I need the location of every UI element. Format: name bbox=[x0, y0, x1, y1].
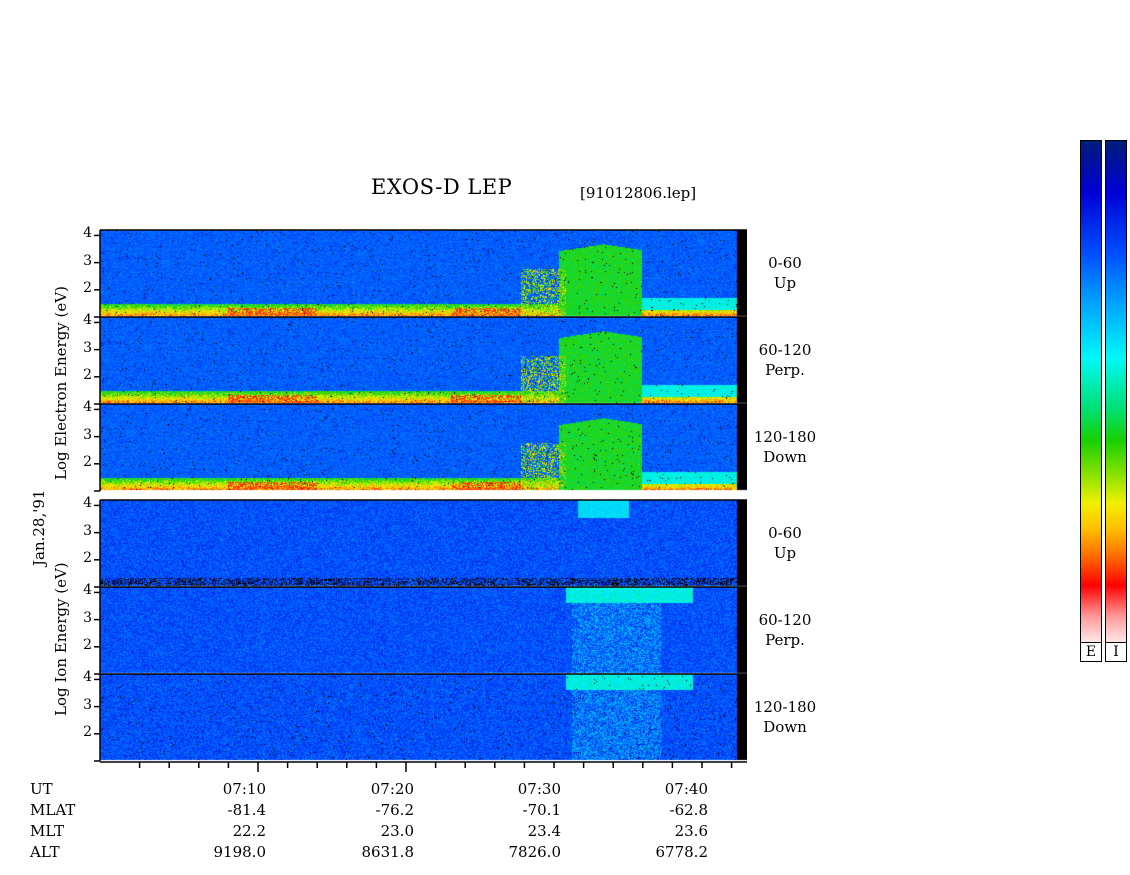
x-tick-label: 07:40 bbox=[664, 780, 708, 798]
y-tick-label: 3 bbox=[83, 609, 92, 626]
x-tick-label: 07:30 bbox=[517, 780, 561, 798]
date-label: Jan.28,'91 bbox=[30, 489, 48, 566]
ephemeris-value: 23.6 bbox=[674, 822, 708, 840]
y-tick-label: 4 bbox=[83, 495, 92, 512]
y-tick-label: 2 bbox=[83, 636, 92, 653]
ephemeris-value: -81.4 bbox=[227, 801, 266, 819]
channel-direction: Up bbox=[773, 274, 797, 292]
ephemeris-label-mlt: MLT bbox=[30, 822, 65, 840]
ephemeris-label-mlat: MLAT bbox=[30, 801, 76, 819]
ephemeris-value: 23.4 bbox=[527, 822, 561, 840]
y-tick-label: 3 bbox=[83, 426, 92, 443]
ephemeris-value: 22.2 bbox=[232, 822, 266, 840]
y-tick-label: 3 bbox=[83, 522, 92, 539]
electron-axis-label: Log Electron Energy (eV) bbox=[52, 286, 70, 480]
y-tick-label: 3 bbox=[83, 339, 92, 356]
y-tick-label: 2 bbox=[83, 366, 92, 383]
channel-direction: Down bbox=[763, 718, 807, 736]
ephemeris-label-ut: UT bbox=[30, 780, 53, 798]
ephemeris-value: 6778.2 bbox=[655, 843, 709, 861]
chart-title: EXOS-D LEP bbox=[371, 175, 513, 199]
electron-colorbar bbox=[1080, 140, 1102, 659]
y-tick-label: 4 bbox=[83, 225, 92, 242]
channel-direction: Down bbox=[763, 448, 807, 466]
channel-label-5: 60-120 Perp. bbox=[745, 610, 825, 650]
y-tick-label: 4 bbox=[83, 582, 92, 599]
channel-angle: 120-180 bbox=[753, 698, 817, 716]
ion-colorbar-label: I bbox=[1105, 642, 1127, 662]
x-tick-label: 07:20 bbox=[370, 780, 414, 798]
y-tick-label: 4 bbox=[83, 312, 92, 329]
ephemeris-value: 9198.0 bbox=[213, 843, 267, 861]
channel-angle: 0-60 bbox=[768, 524, 802, 542]
y-tick-label: 4 bbox=[83, 669, 92, 686]
channel-angle: 60-120 bbox=[758, 611, 812, 629]
spectrogram-canvas bbox=[100, 230, 747, 763]
channel-angle: 0-60 bbox=[768, 254, 802, 272]
channel-label-4: 0-60 Up bbox=[745, 523, 825, 563]
y-tick-label: 3 bbox=[83, 252, 92, 269]
ephemeris-value: -62.8 bbox=[669, 801, 708, 819]
ephemeris-value: 8631.8 bbox=[361, 843, 415, 861]
ephemeris-value: 23.0 bbox=[380, 822, 414, 840]
y-tick-label: 2 bbox=[83, 723, 92, 740]
ion-colorbar bbox=[1105, 140, 1127, 659]
channel-direction: Up bbox=[773, 544, 797, 562]
channel-angle: 120-180 bbox=[753, 428, 817, 446]
y-tick-label: 2 bbox=[83, 453, 92, 470]
x-tick-label: 07:10 bbox=[222, 780, 266, 798]
y-tick-label: 4 bbox=[83, 399, 92, 416]
ephemeris-value: -70.1 bbox=[522, 801, 561, 819]
channel-label-2: 60-120 Perp. bbox=[745, 340, 825, 380]
channel-label-3: 120-180 Down bbox=[745, 427, 825, 467]
ion-axis-label: Log Ion Energy (eV) bbox=[52, 562, 70, 716]
y-tick-label: 3 bbox=[83, 696, 92, 713]
channel-direction: Perp. bbox=[765, 631, 805, 649]
channel-label-6: 120-180 Down bbox=[745, 697, 825, 737]
ephemeris-value: -76.2 bbox=[375, 801, 414, 819]
y-tick-label: 2 bbox=[83, 549, 92, 566]
y-tick-label: 2 bbox=[83, 279, 92, 296]
channel-angle: 60-120 bbox=[758, 341, 812, 359]
channel-direction: Perp. bbox=[765, 361, 805, 379]
ephemeris-label-alt: ALT bbox=[30, 843, 60, 861]
ephemeris-value: 7826.0 bbox=[508, 843, 562, 861]
electron-colorbar-label: E bbox=[1080, 642, 1102, 662]
channel-label-1: 0-60 Up bbox=[745, 253, 825, 293]
file-name: [91012806.lep] bbox=[580, 184, 697, 202]
